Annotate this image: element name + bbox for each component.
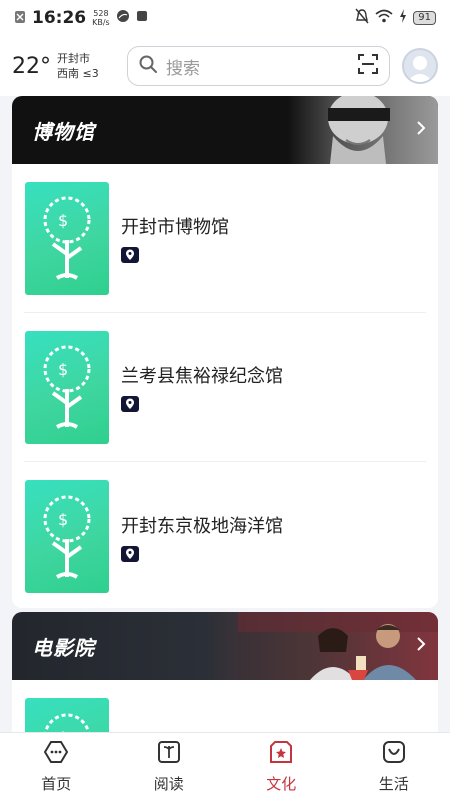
status-bar: 16:26 528 KB/s 91 bbox=[0, 0, 450, 36]
book-icon bbox=[156, 739, 182, 769]
weather-widget[interactable]: 22° 开封市 西南 ≤3 bbox=[12, 51, 127, 81]
status-time: 16:26 bbox=[32, 8, 87, 28]
museum-section-title: 博物馆 bbox=[32, 119, 95, 144]
cinema-section-title: 电影院 bbox=[32, 635, 95, 660]
nav-culture-label: 文化 bbox=[266, 775, 297, 793]
scan-icon[interactable] bbox=[357, 53, 379, 79]
nav-life-label: 生活 bbox=[378, 775, 409, 793]
list-item[interactable]: $ 开封东京极地海洋馆 bbox=[24, 462, 426, 608]
item-info: 开封市博物馆 bbox=[121, 213, 229, 263]
mute-icon bbox=[355, 8, 369, 28]
tree-logo-icon: $ bbox=[25, 480, 109, 593]
museum-banner[interactable]: 博物馆 bbox=[12, 96, 438, 164]
app-notification-icon-2 bbox=[136, 10, 148, 26]
tree-logo-icon: $ bbox=[25, 698, 109, 732]
net-speed-value: 528 bbox=[93, 9, 109, 18]
location-pin-icon[interactable] bbox=[121, 247, 139, 263]
nav-life[interactable]: 生活 bbox=[338, 733, 450, 800]
svg-text:$: $ bbox=[58, 360, 68, 379]
cinema-list: $ bbox=[12, 680, 438, 732]
cinema-section: 电影院 $ bbox=[12, 612, 438, 732]
chevron-right-icon bbox=[416, 636, 426, 656]
life-icon bbox=[381, 739, 407, 769]
content-scroll[interactable]: 博物馆 $ 开封市博物馆 $ 兰考县焦裕禄纪念馆 $ 开封东京极地海洋馆 电影院 bbox=[0, 96, 450, 732]
cinema-banner[interactable]: 电影院 bbox=[12, 612, 438, 680]
museum-list: $ 开封市博物馆 $ 兰考县焦裕禄纪念馆 $ 开封东京极地海洋馆 bbox=[12, 164, 438, 608]
item-title: 开封东京极地海洋馆 bbox=[121, 515, 283, 537]
culture-icon bbox=[268, 739, 294, 769]
museum-section: 博物馆 $ 开封市博物馆 $ 兰考县焦裕禄纪念馆 $ 开封东京极地海洋馆 bbox=[12, 96, 438, 608]
home-icon bbox=[43, 739, 69, 769]
notification-icon bbox=[14, 10, 26, 27]
item-info: 兰考县焦裕禄纪念馆 bbox=[121, 362, 283, 412]
nav-read-label: 阅读 bbox=[153, 775, 184, 793]
cinema-image bbox=[238, 612, 438, 680]
location-pin-icon[interactable] bbox=[121, 545, 139, 562]
avatar[interactable] bbox=[402, 48, 438, 84]
nav-read[interactable]: 阅读 bbox=[113, 733, 226, 800]
search-icon bbox=[138, 54, 158, 78]
list-item[interactable]: $ 兰考县焦裕禄纪念馆 bbox=[24, 313, 426, 462]
tree-logo-icon: $ bbox=[25, 330, 109, 444]
temperature: 22° bbox=[12, 53, 51, 79]
svg-text:$: $ bbox=[58, 510, 68, 529]
search-box[interactable]: 搜索 bbox=[127, 46, 390, 86]
list-item[interactable]: $ bbox=[24, 680, 426, 732]
weather-meta: 开封市 西南 ≤3 bbox=[57, 51, 99, 81]
nav-home-label: 首页 bbox=[41, 775, 72, 793]
battery-indicator: 91 bbox=[413, 11, 436, 25]
wind-info: 西南 ≤3 bbox=[57, 67, 99, 80]
item-title: 开封市博物馆 bbox=[121, 217, 229, 238]
top-header: 22° 开封市 西南 ≤3 搜索 bbox=[0, 36, 450, 96]
net-speed: 528 KB/s bbox=[92, 9, 110, 27]
list-item[interactable]: $ 开封市博物馆 bbox=[24, 164, 426, 313]
svg-text:$: $ bbox=[58, 211, 68, 230]
net-speed-unit: KB/s bbox=[92, 18, 110, 27]
app-notification-icon bbox=[116, 9, 130, 27]
city-name: 开封市 bbox=[57, 52, 90, 65]
chevron-right-icon bbox=[416, 120, 426, 140]
wifi-icon bbox=[375, 9, 393, 27]
location-pin-icon[interactable] bbox=[121, 396, 139, 412]
tree-logo-icon: $ bbox=[25, 181, 109, 295]
nav-home[interactable]: 首页 bbox=[0, 733, 113, 800]
charging-icon bbox=[399, 9, 407, 27]
item-info: 开封东京极地海洋馆 bbox=[121, 512, 283, 562]
item-title: 兰考县焦裕禄纪念馆 bbox=[121, 366, 283, 387]
nav-culture[interactable]: 文化 bbox=[225, 733, 338, 800]
search-input[interactable]: 搜索 bbox=[166, 54, 349, 79]
bottom-nav: 首页 阅读 文化 生活 bbox=[0, 732, 450, 800]
